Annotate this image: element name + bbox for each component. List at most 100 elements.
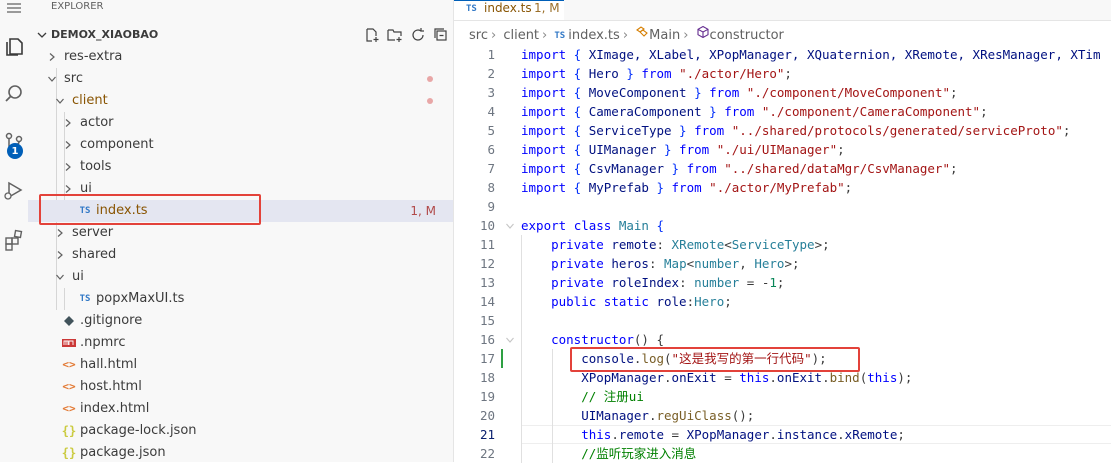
- chevron-right-icon: [60, 134, 76, 156]
- code-token: remote: [611, 237, 657, 252]
- tree-item-label: .gitignore: [80, 313, 143, 328]
- git-file-icon: [61, 310, 77, 332]
- code-line[interactable]: 12 private heros: Map<number, Hero>;: [454, 254, 1111, 273]
- fold-chevron-icon[interactable]: [503, 216, 517, 235]
- code-token: private: [551, 275, 604, 290]
- collapse-all-icon[interactable]: [433, 27, 449, 43]
- breadcrumb-item[interactable]: Main: [649, 26, 680, 46]
- new-file-icon[interactable]: [364, 27, 380, 43]
- tree-folder-component[interactable]: component: [28, 134, 453, 156]
- code-line[interactable]: 8 import { MyPrefab } from "./actor/MyPre…: [454, 178, 1111, 197]
- code-token: .: [664, 370, 672, 385]
- chevron-right-icon: [52, 222, 68, 244]
- explorer-panel: EXPLORER DEMOX_XIAOBAO res-extra src clien…: [28, 0, 454, 462]
- code-token: :: [656, 237, 672, 252]
- breadcrumb-item[interactable]: src: [469, 26, 488, 46]
- tree-folder-server[interactable]: server: [28, 222, 453, 244]
- code-line[interactable]: 2 import { Hero } from "./actor/Hero";: [454, 64, 1111, 83]
- breadcrumb-item[interactable]: client: [503, 26, 539, 46]
- breadcrumb-item[interactable]: index.ts: [568, 26, 620, 46]
- menu-icon[interactable]: [0, 0, 28, 22]
- code-token: import: [521, 104, 567, 119]
- chevron-right-icon: [60, 112, 76, 134]
- code-line[interactable]: 4 import { CameraComponent } from "./comp…: [454, 102, 1111, 121]
- code-token: }: [671, 123, 695, 138]
- code-token: regUiClass: [656, 408, 732, 423]
- code-token: import: [521, 180, 567, 195]
- code-line[interactable]: 6 import { UIManager } from "./ui/UIManag…: [454, 140, 1111, 159]
- tree-folder-ui[interactable]: ui: [28, 266, 453, 288]
- files-icon[interactable]: [0, 33, 28, 61]
- code-line[interactable]: 7 import { CsvManager } from "../shared/d…: [454, 159, 1111, 178]
- method-symbol-icon: [696, 25, 710, 46]
- search-icon[interactable]: [0, 80, 28, 108]
- chevron-right-icon: [60, 178, 76, 200]
- code-token: .: [611, 427, 619, 442]
- new-folder-icon[interactable]: [387, 27, 403, 43]
- tree-folder-ui[interactable]: ui: [28, 178, 453, 200]
- tree-folder-tools[interactable]: tools: [28, 156, 453, 178]
- code-token: }: [656, 142, 680, 157]
- code-token: ;: [776, 275, 785, 290]
- code-token: from: [724, 104, 755, 119]
- code-token: roleIndex: [611, 275, 680, 290]
- code-line[interactable]: 10 export class Main {: [454, 216, 1111, 235]
- code-token: public: [551, 294, 597, 309]
- tree-folder-src[interactable]: src: [28, 68, 453, 90]
- code-line[interactable]: 13 private roleIndex: number = -1;: [454, 273, 1111, 292]
- code-line[interactable]: 3 import { MoveComponent } from "./compon…: [454, 83, 1111, 102]
- extensions-icon[interactable]: [0, 226, 28, 254]
- run-debug-icon[interactable]: [0, 176, 28, 204]
- tree-file-hall.html[interactable]: <> hall.html: [28, 354, 453, 376]
- code-line[interactable]: 14 public static role:Hero;: [454, 292, 1111, 311]
- explorer-root-header[interactable]: DEMOX_XIAOBAO: [28, 24, 453, 46]
- fold-chevron-icon[interactable]: [503, 330, 517, 349]
- line-number: 7: [487, 161, 495, 176]
- code-token: Map: [664, 256, 687, 271]
- refresh-icon[interactable]: [410, 27, 426, 43]
- tree-folder-actor[interactable]: actor: [28, 112, 453, 134]
- tab-index-ts[interactable]: TS index.ts 1, M: [454, 0, 564, 20]
- modified-dot-icon: [427, 76, 433, 82]
- code-line[interactable]: 5 import { ServiceType } from "../shared/…: [454, 121, 1111, 140]
- chevron-down-icon: [44, 68, 60, 90]
- line-number: 19: [479, 389, 495, 404]
- typescript-file-icon: TS: [466, 4, 477, 14]
- indent-guide: [521, 235, 522, 463]
- code-token: {: [648, 218, 665, 233]
- code-text: console.log("这是我写的第一行代码");: [521, 349, 826, 368]
- code-token: import: [521, 85, 567, 100]
- code-token: //监听玩家进入消息: [581, 446, 697, 461]
- code-token: ;: [1062, 123, 1071, 138]
- code-token: XPopManager: [581, 370, 665, 385]
- code-line[interactable]: 15: [454, 311, 1111, 330]
- tree-folder-client[interactable]: client: [28, 90, 453, 112]
- code-line[interactable]: 11 private remote: XRemote<ServiceType>;: [454, 235, 1111, 254]
- tree-file-host.html[interactable]: <> host.html: [28, 376, 453, 398]
- code-token: {: [566, 47, 589, 62]
- tree-file-package-lock.json[interactable]: {} package-lock.json: [28, 420, 453, 442]
- code-text: //监听玩家进入消息: [521, 444, 696, 463]
- line-number: 9: [487, 199, 495, 214]
- code-text: import { CsvManager } from "../shared/da…: [521, 159, 958, 178]
- tree-file-.npmrc[interactable]: .npmrc: [28, 332, 453, 354]
- tree-folder-shared[interactable]: shared: [28, 244, 453, 266]
- code-token: CsvManager: [588, 161, 664, 176]
- code-line[interactable]: 1 import { XImage, XLabel, XPopManager, X…: [454, 45, 1111, 64]
- tree-folder-res-extra[interactable]: res-extra: [28, 46, 453, 68]
- typescript-file-icon: TS: [554, 30, 566, 41]
- code-token: xRemote: [844, 427, 898, 442]
- code-line[interactable]: 16 constructor() {: [454, 330, 1111, 349]
- tree-item-label: index.ts: [96, 203, 148, 218]
- tree-file-package.json[interactable]: {} package.json: [28, 442, 453, 464]
- breadcrumb-item[interactable]: constructor: [710, 26, 784, 46]
- code-line[interactable]: 9: [454, 197, 1111, 216]
- tree-file-index.html[interactable]: <> index.html: [28, 398, 453, 420]
- tree-file-.gitignore[interactable]: .gitignore: [28, 310, 453, 332]
- tree-file-index.ts[interactable]: TS index.ts 1, M: [28, 200, 453, 222]
- tree-file-popxMaxUI.ts[interactable]: TS popxMaxUI.ts: [28, 288, 453, 310]
- line-number: 20: [479, 408, 495, 423]
- code-token: "./component/MoveComponent": [746, 85, 950, 100]
